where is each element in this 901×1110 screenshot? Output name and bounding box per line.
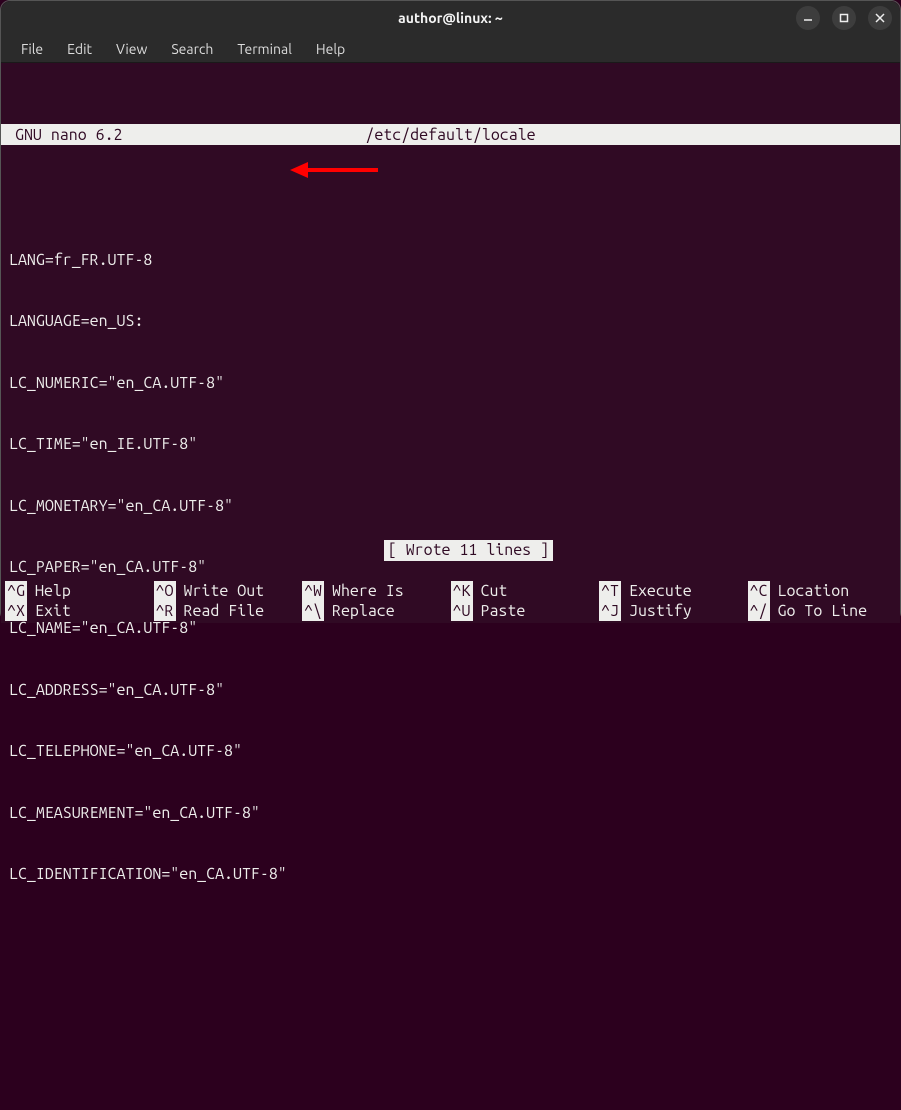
nano-shortcut-bar: ^G Help ^O Write Out ^W Where Is ^K Cut ^T Ex… <box>1 581 900 623</box>
shortcut-readfile: ^R Read File <box>154 601 303 621</box>
shortcut-key: ^W <box>302 581 324 601</box>
menubar: File Edit View Search Terminal Help <box>1 35 900 63</box>
shortcut-label: Justify <box>629 601 692 621</box>
maximize-icon <box>838 12 850 24</box>
file-line: LC_TIME="en_IE.UTF-8" <box>9 434 892 455</box>
shortcut-label: Replace <box>332 601 395 621</box>
file-line: LC_ADDRESS="en_CA.UTF-8" <box>9 680 892 701</box>
file-line: LC_TELEPHONE="en_CA.UTF-8" <box>9 741 892 762</box>
shortcut-replace: ^\ Replace <box>302 601 451 621</box>
nano-status-bar: [ Wrote 11 lines ] <box>1 520 900 581</box>
shortcut-key: ^\ <box>302 601 324 621</box>
shortcut-label: Write Out <box>184 581 265 601</box>
shortcut-cut: ^K Cut <box>451 581 600 601</box>
file-line: LC_MONETARY="en_CA.UTF-8" <box>9 496 892 517</box>
menu-help[interactable]: Help <box>306 39 355 59</box>
nano-header: GNU nano 6.2 /etc/default/locale <box>1 124 900 145</box>
shortcut-key: ^X <box>5 601 27 621</box>
file-line: LC_IDENTIFICATION="en_CA.UTF-8" <box>9 864 892 885</box>
shortcut-label: Help <box>35 581 71 601</box>
nano-status-text: [ Wrote 11 lines ] <box>384 540 553 560</box>
annotation-arrow-icon <box>254 135 380 211</box>
minimize-icon <box>802 12 814 24</box>
titlebar: author@linux: ~ <box>1 1 900 35</box>
minimize-button[interactable] <box>796 6 820 30</box>
shortcut-label: Location <box>778 581 850 601</box>
close-button[interactable] <box>868 6 892 30</box>
shortcut-label: Where Is <box>332 581 404 601</box>
shortcut-justify: ^J Justify <box>599 601 748 621</box>
shortcut-label: Go To Line <box>778 601 868 621</box>
menu-search[interactable]: Search <box>161 39 223 59</box>
shortcut-label: Exit <box>35 601 71 621</box>
shortcut-key: ^/ <box>748 601 770 621</box>
file-line: LC_MEASUREMENT="en_CA.UTF-8" <box>9 803 892 824</box>
file-line: LANGUAGE=en_US: <box>9 311 892 332</box>
shortcut-key: ^K <box>451 581 473 601</box>
shortcut-key: ^C <box>748 581 770 601</box>
menu-terminal[interactable]: Terminal <box>227 39 302 59</box>
terminal-viewport[interactable]: GNU nano 6.2 /etc/default/locale LANG=fr… <box>1 63 900 623</box>
shortcut-location: ^C Location <box>748 581 897 601</box>
shortcut-label: Paste <box>481 601 526 621</box>
shortcut-key: ^O <box>154 581 176 601</box>
shortcut-label: Execute <box>629 581 692 601</box>
menu-view[interactable]: View <box>106 39 157 59</box>
shortcut-key: ^J <box>599 601 621 621</box>
shortcut-paste: ^U Paste <box>451 601 600 621</box>
shortcut-execute: ^T Execute <box>599 581 748 601</box>
shortcut-gotoline: ^/ Go To Line <box>748 601 897 621</box>
shortcut-key: ^G <box>5 581 27 601</box>
menu-edit[interactable]: Edit <box>57 39 102 59</box>
shortcut-whereis: ^W Where Is <box>302 581 451 601</box>
shortcut-label: Read File <box>184 601 265 621</box>
menu-file[interactable]: File <box>11 39 53 59</box>
window-controls <box>782 6 892 30</box>
shortcut-writeout: ^O Write Out <box>154 581 303 601</box>
shortcut-exit: ^X Exit <box>5 601 154 621</box>
shortcut-key: ^U <box>451 601 473 621</box>
shortcut-key: ^R <box>154 601 176 621</box>
nano-filepath: /etc/default/locale <box>1 125 900 145</box>
file-line: LC_NUMERIC="en_CA.UTF-8" <box>9 373 892 394</box>
file-line: LANG=fr_FR.UTF-8 <box>9 250 892 271</box>
maximize-button[interactable] <box>832 6 856 30</box>
close-icon <box>874 12 886 24</box>
shortcut-label: Cut <box>481 581 508 601</box>
shortcut-key: ^T <box>599 581 621 601</box>
window-title: author@linux: ~ <box>119 10 782 26</box>
shortcut-help: ^G Help <box>5 581 154 601</box>
